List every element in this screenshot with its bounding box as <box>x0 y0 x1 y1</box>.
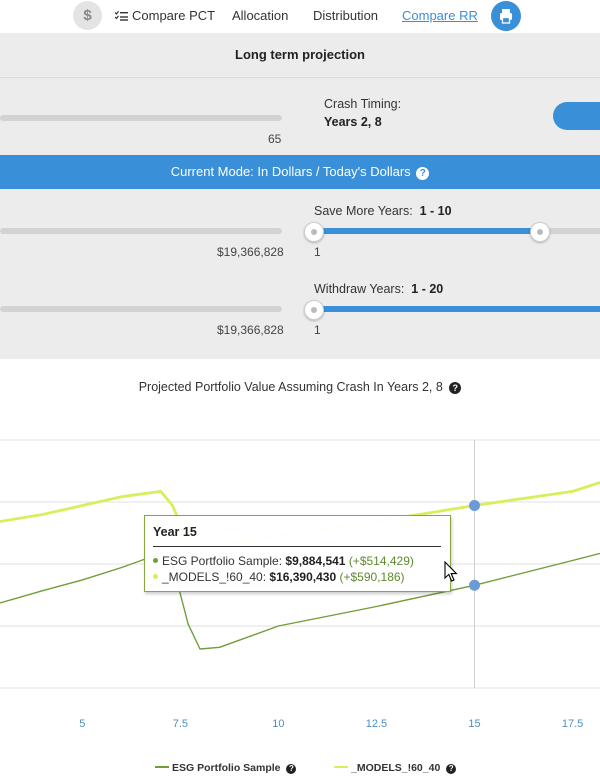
legend-label-esg: ESG Portfolio Sample <box>172 762 281 774</box>
age-value: 65 <box>268 132 282 146</box>
save-more-years-text: Save More Years: <box>314 204 413 218</box>
help-icon[interactable]: ? <box>416 167 430 180</box>
save-amount-value: $19,366,828 <box>217 245 284 259</box>
dollar-icon[interactable]: $ <box>73 1 102 30</box>
print-icon <box>500 9 512 24</box>
help-icon[interactable]: ? <box>446 764 457 774</box>
top-toolbar: $ Compare PCT Allocation Distribution Co… <box>0 0 600 33</box>
save-amount-track[interactable] <box>0 228 282 234</box>
withdraw-years-min-handle[interactable] <box>304 300 324 320</box>
help-icon[interactable]: ? <box>286 764 297 774</box>
x-tick-label: 12.5 <box>366 718 387 730</box>
list-check-icon <box>115 11 128 21</box>
tooltip-models-name: _MODELS_!60_40: <box>162 570 267 584</box>
x-tick-label: 10 <box>272 718 284 730</box>
withdraw-amount-track[interactable] <box>0 306 282 312</box>
chart-title-text: Projected Portfolio Value Assuming Crash… <box>138 380 443 394</box>
panel-title: Long term projection <box>235 47 365 62</box>
withdraw-years-range-fill <box>314 306 600 312</box>
x-tick-label: 7.5 <box>173 718 188 730</box>
tooltip-title: Year 15 <box>153 525 197 539</box>
save-more-years-range: 1 - 10 <box>419 204 452 218</box>
tooltip-models-change: (+$590,186) <box>339 570 405 584</box>
tooltip-esg-change: (+$514,429) <box>348 554 414 568</box>
highlight-marker-2 <box>469 500 481 512</box>
distribution-tab[interactable]: Distribution <box>313 8 378 23</box>
age-slider-track[interactable] <box>0 115 282 121</box>
save-years-min-value: 1 <box>314 245 321 259</box>
divider <box>0 77 600 78</box>
compare-pct-tab[interactable]: Compare PCT <box>115 8 215 23</box>
legend-item-models[interactable]: _MODELS_!60_40 ? <box>334 762 457 774</box>
highlight-marker-1 <box>469 579 481 591</box>
save-years-min-handle[interactable] <box>304 222 324 242</box>
crash-timing-label: Crash Timing: <box>324 97 402 111</box>
series-dot-icon <box>153 574 158 579</box>
withdraw-years-min-value: 1 <box>314 323 321 337</box>
x-tick-label: 5 <box>79 718 85 730</box>
chart-title: Projected Portfolio Value Assuming Crash… <box>0 380 600 394</box>
save-years-range-fill <box>314 228 540 234</box>
tooltip-divider <box>153 546 441 547</box>
help-icon[interactable]: ? <box>449 382 462 394</box>
withdraw-amount-value: $19,366,828 <box>217 323 284 337</box>
current-mode-text: Current Mode: In Dollars / Today's Dolla… <box>170 164 411 179</box>
tooltip-row-esg: ESG Portfolio Sample: $9,884,541 (+$514,… <box>153 554 414 568</box>
tooltip-esg-value: $9,884,541 <box>285 554 346 568</box>
legend-label-models: _MODELS_!60_40 <box>351 762 441 774</box>
series-dot-icon <box>153 558 158 563</box>
chart-tooltip: Year 15 ESG Portfolio Sample: $9,884,541… <box>144 515 451 592</box>
x-tick-label: 15 <box>468 718 480 730</box>
compare-pct-label: Compare PCT <box>132 8 216 23</box>
legend-swatch <box>155 766 169 768</box>
crash-timing-button[interactable] <box>553 102 600 130</box>
save-years-max-handle[interactable] <box>530 222 550 242</box>
tooltip-esg-name: ESG Portfolio Sample: <box>162 554 283 568</box>
mouse-cursor-icon <box>444 561 458 582</box>
withdraw-years-text: Withdraw Years: <box>314 282 405 296</box>
crash-timing-value: Years 2, 8 <box>324 115 382 129</box>
compare-rr-link[interactable]: Compare RR <box>402 8 478 23</box>
print-button[interactable] <box>491 1 521 31</box>
legend-swatch <box>334 766 348 768</box>
save-more-years-label: Save More Years: 1 - 10 <box>314 204 452 218</box>
settings-panel: Long term projection 65 Crash Timing: Ye… <box>0 33 600 359</box>
x-tick-label: 17.5 <box>562 718 583 730</box>
current-mode-bar[interactable]: Current Mode: In Dollars / Today's Dolla… <box>0 155 600 189</box>
withdraw-years-label: Withdraw Years: 1 - 20 <box>314 282 443 296</box>
legend-item-esg[interactable]: ESG Portfolio Sample ? <box>155 762 297 774</box>
withdraw-years-range: 1 - 20 <box>411 282 444 296</box>
tooltip-row-models: _MODELS_!60_40: $16,390,430 (+$590,186) <box>153 570 405 584</box>
tooltip-models-value: $16,390,430 <box>269 570 337 584</box>
allocation-tab[interactable]: Allocation <box>232 8 288 23</box>
